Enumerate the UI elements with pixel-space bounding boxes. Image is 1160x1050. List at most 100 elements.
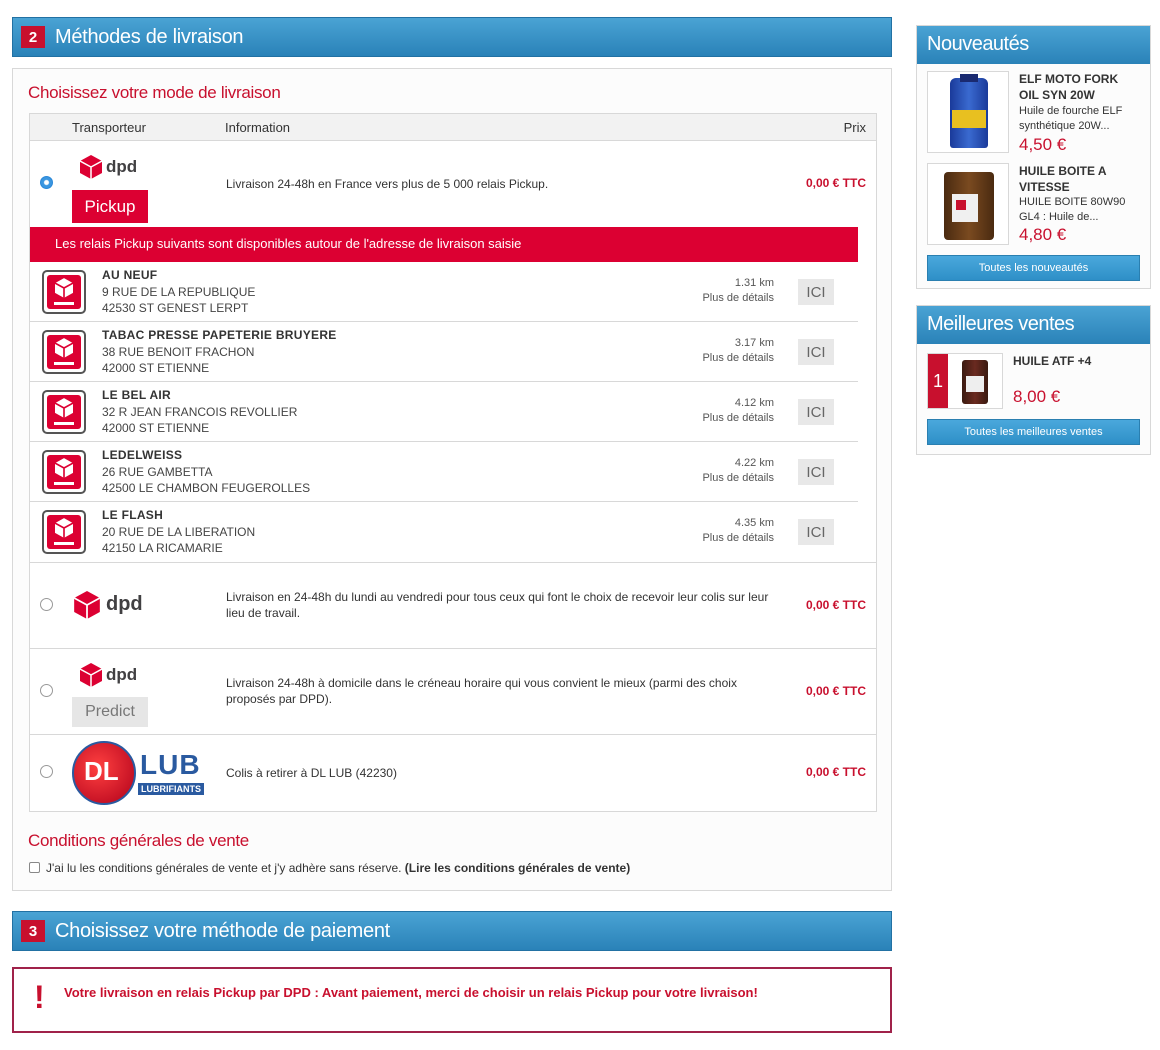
step3-header: 3 Choisissez votre méthode de paiement [12,911,892,951]
relay-details-link[interactable]: Plus de détails [702,351,774,366]
relay-details-link[interactable]: Plus de détails [702,531,774,546]
relay-select-button[interactable]: ICI [798,519,834,545]
alert-icon: ! [34,979,45,1015]
relay-name: TABAC PRESSE PAPETERIE BRUYERE [102,328,337,342]
all-best-button[interactable]: Toutes les meilleures ventes [927,419,1140,445]
relay-address: 38 RUE BENOIT FRACHON 42000 ST ETIENNE [102,345,255,375]
dpd-word: dpd [106,593,143,615]
info-dpd: Livraison en 24-48h du lundi au vendredi… [226,590,769,620]
step2-header: 2 Méthodes de livraison [12,17,892,57]
carrier-option-pickup[interactable]: dpd Pickup Livraison 24-48h en France ve… [30,141,876,563]
info-pickup: Livraison 24-48h en France vers plus de … [226,177,549,191]
relay-name: AU NEUF [102,268,158,282]
sidebar-new-title: Nouveautés [917,26,1150,64]
price-dpd: 0,00 € TTC [805,598,866,612]
relay-details-link[interactable]: Plus de détails [702,291,774,306]
relay-name: LE BEL AIR [102,388,172,402]
carrier-option-dpd[interactable]: dpd Livraison en 24-48h du lundi au vend… [30,563,876,649]
relay-name: LEDELWEISS [102,448,183,462]
info-dllub: Colis à retirer à DL LUB (42230) [226,766,397,780]
cgv-heading: Conditions générales de vente [28,831,249,850]
product-price: 8,00 € [1013,387,1061,406]
relay-item[interactable]: LE FLASH 20 RUE DE LA LIBERATION 42150 LA… [30,502,858,562]
step2-title: Méthodes de livraison [55,25,244,48]
product-name[interactable]: ELF MOTO FORK OIL SYN 20W [1019,71,1139,103]
dpd-pickup-logo: dpd Pickup [72,147,148,223]
pickup-alert: ! Votre livraison en relais Pickup par D… [12,967,892,1033]
carrier-option-dllub[interactable]: DL LUB LUBRIFIANTS Colis à retirer à DL … [30,735,876,811]
step3-number: 3 [21,920,45,942]
carrier-option-predict[interactable]: dpd Predict Livraison 24-48h à domicile … [30,649,876,735]
product-image[interactable]: 1 [927,353,1003,409]
dpd-logo: dpd [72,569,148,643]
cgv-link[interactable]: (Lire les conditions générales de vente) [405,861,630,875]
relay-name: LE FLASH [102,508,164,522]
predict-label: Predict [72,697,148,727]
dpd-word: dpd [106,665,138,684]
dpd-predict-logo: dpd Predict [72,655,148,729]
dllub-sub: LUBRIFIANTS [138,783,204,795]
carrier-table: Transporteur Information Prix dpd Pickup… [29,113,877,812]
product-price: 4,50 € [1019,135,1067,154]
price-predict: 0,00 € TTC [805,684,866,698]
dpd-cube-icon [80,663,102,687]
product-name[interactable]: HUILE ATF +4 [1013,353,1133,369]
relay-address: 9 RUE DE LA REPUBLIQUE 42530 ST GENEST LE… [102,285,256,315]
col-carrier: Transporteur [72,120,146,135]
relay-address: 32 R JEAN FRANCOIS REVOLLIER 42000 ST ETI… [102,405,298,435]
step3-title: Choisissez votre méthode de paiement [55,919,390,942]
sidebar-new: Nouveautés ELF MOTO FORK OIL SYN 20W Hui… [916,25,1151,289]
product-price: 4,80 € [1019,225,1067,244]
pickup-relay-icon [42,330,86,374]
all-new-button[interactable]: Toutes les nouveautés [927,255,1140,281]
relay-item[interactable]: LE BEL AIR 32 R JEAN FRANCOIS REVOLLIER 4… [30,382,858,442]
relay-select-button[interactable]: ICI [798,279,834,305]
dpd-cube-icon [74,591,100,619]
product-desc: HUILE BOITE 80W90 GL4 : Huile de... [1019,196,1126,223]
relay-select-button[interactable]: ICI [798,399,834,425]
step2-number: 2 [21,26,45,48]
relay-distance: 1.31 km Plus de détails [702,277,774,306]
relay-details-link[interactable]: Plus de détails [702,411,774,426]
relay-item[interactable]: LEDELWEISS 26 RUE GAMBETTA 42500 LE CHAMB… [30,442,858,502]
price-pickup: 0,00 € TTC [805,176,866,190]
sidebar-best: Meilleures ventes 1 HUILE ATF +4 8,00 € … [916,305,1151,455]
dllub-dl: DL [84,756,119,786]
pickup-banner: Les relais Pickup suivants sont disponib… [30,227,858,262]
product-image[interactable] [927,71,1009,153]
dpd-cube-icon [80,155,102,179]
pickup-relay-icon [42,450,86,494]
pickup-label: Pickup [72,190,148,223]
delivery-heading: Choisissez votre mode de livraison [28,83,281,102]
product-name[interactable]: HUILE BOITE A VITESSE [1019,163,1139,195]
radio-dpd[interactable] [40,598,53,611]
cgv-checkbox[interactable] [29,862,40,873]
relay-distance: 4.35 km Plus de détails [702,517,774,546]
relay-item[interactable]: TABAC PRESSE PAPETERIE BRUYERE 38 RUE BE… [30,322,858,382]
dllub-lub: LUB [140,749,201,780]
relay-address: 26 RUE GAMBETTA 42500 LE CHAMBON FEUGEROL… [102,465,311,495]
sidebar-best-title: Meilleures ventes [917,306,1150,344]
carrier-table-header: Transporteur Information Prix [30,114,876,141]
radio-dllub[interactable] [40,765,53,778]
col-price: Prix [843,120,866,135]
relay-details-link[interactable]: Plus de détails [702,471,774,486]
relay-address: 20 RUE DE LA LIBERATION 42150 LA RICAMARI… [102,525,256,555]
info-predict: Livraison 24-48h à domicile dans le crén… [226,676,737,706]
relay-distance: 4.12 km Plus de détails [702,397,774,426]
relay-select-button[interactable]: ICI [798,339,834,365]
relay-distance: 3.17 km Plus de détails [702,337,774,366]
col-information: Information [225,120,291,135]
pickup-relay-icon [42,270,86,314]
cgv-text: J'ai lu les conditions générales de vent… [46,861,631,875]
pickup-relay-icon [42,510,86,554]
radio-pickup[interactable] [40,176,53,189]
relay-item[interactable]: AU NEUF 9 RUE DE LA REPUBLIQUE 42530 ST G… [30,262,858,322]
relay-select-button[interactable]: ICI [798,459,834,485]
product-image[interactable] [927,163,1009,245]
rank-badge: 1 [928,354,948,408]
dllub-logo: DL LUB LUBRIFIANTS [72,739,206,807]
alert-message: Votre livraison en relais Pickup par DPD… [64,985,758,1000]
dpd-word: dpd [106,157,138,176]
radio-predict[interactable] [40,684,53,697]
